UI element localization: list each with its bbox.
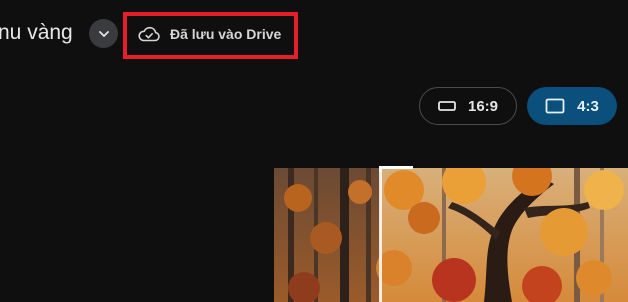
title-dropdown-button[interactable] [89, 19, 118, 48]
aspect-ratio-4-3-label: 4:3 [577, 97, 599, 115]
chevron-down-icon [98, 30, 109, 37]
rectangle-outline-icon [545, 98, 565, 114]
crop-frame-left-edge[interactable] [379, 166, 382, 302]
aspect-ratio-4-3-button[interactable]: 4:3 [527, 87, 617, 125]
project-title[interactable]: nu vàng [0, 18, 73, 48]
editor-canvas: nu vàng Đã lưu vào Drive 16:9 4:3 [0, 0, 628, 302]
crop-frame-corner[interactable] [379, 166, 413, 172]
autumn-forest-image-preview[interactable] [274, 168, 628, 302]
aspect-ratio-16-9-button[interactable]: 16:9 [419, 87, 517, 125]
rectangle-outline-icon [438, 101, 456, 111]
annotation-highlight-box [123, 12, 298, 59]
aspect-ratio-16-9-label: 16:9 [467, 97, 499, 115]
autumn-forest-image [274, 168, 628, 302]
